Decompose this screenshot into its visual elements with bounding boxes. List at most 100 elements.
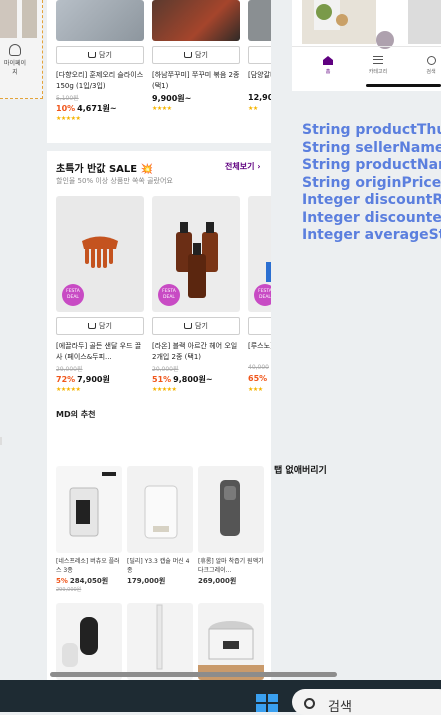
price: 9,800원~ [173,375,213,384]
product-card[interactable]: [딜리] Y3.3 캡슐 머신 4종 179,000원 [127,558,193,595]
discount-rate: 51% [152,375,172,384]
price-row: 10% 4,671원~ [56,103,144,114]
see-all-link[interactable]: 전체보기 › [225,161,261,172]
product-name: [라온] 블랙 아르간 헤어 오일 2개입 2종 (택1) [152,342,238,361]
product-name: [딜리] Y3.3 캡슐 머신 4종 [127,558,190,574]
nav-home[interactable]: 홈 [316,56,340,75]
product-card[interactable]: [라온] 블랙 아르간 헤어 오일 2개입 2종 (택1) 20,000원 51… [152,341,240,393]
mypage-nav-item[interactable]: 마이페이지 [3,44,27,76]
product-name: [하남쭈꾸미] 쭈꾸미 볶음 2종 (택1) [152,71,240,90]
main-app-panel: 담기 담기 [다향오리] 훈제오리 슬라이스 150g (1입/3입) 5,10… [47,0,271,680]
product-image[interactable]: FESTA DEAL [152,196,240,312]
product-image[interactable]: FESTA DEAL [56,196,144,312]
section-divider [47,143,271,151]
product-thumbnail [22,0,37,38]
product-card[interactable]: [에끌라두] 골든 샌달 우드 끌사 (페이스&두피... 29,000원 72… [56,341,144,393]
original-price: 29,000원 [56,366,83,373]
product-name: [에끌라두] 골든 샌달 우드 끌사 (페이스&두피... [56,342,142,361]
mobile-app-preview: 홈 카테고리 검색 [292,0,441,91]
left-strip-panel: 마이페이지 [0,0,43,99]
product-name: [다향오리] 훈제오리 슬라이스 150g (1입/3입) [56,71,144,90]
product-image[interactable] [302,0,376,44]
star-rating: ★★★ [248,386,263,393]
product-card[interactable]: [다향오리] 훈제오리 슬라이스 150g (1입/3입) 5,100원 10%… [56,70,144,122]
taskbar-search-box[interactable]: 검색 [292,689,441,715]
section-subtitle: 할인율 50% 이상 상품만 쏙쏙 골랐어요 [56,177,173,185]
price-row: 51% 9,800원~ [152,374,240,385]
product-card[interactable]: [네스프레소] 버츄오 플러스 3종 5% 284,050원 299,000원 [56,558,122,595]
horizontal-scrollbar[interactable] [50,672,337,677]
price: 269,000원 [198,577,237,585]
product-image[interactable] [152,0,240,41]
person-icon [9,44,21,56]
search-placeholder: 검색 [328,700,352,715]
product-image[interactable] [127,466,193,553]
product-card[interactable]: [담양갈비] 바싹불고기 12,90 ★★ [248,70,271,122]
product-image[interactable] [248,0,271,41]
product-name: [루스노] 세트(아 [248,342,271,350]
product-name: [휴롬] 알마 착즙기 원액기 다크그레이... [198,558,264,574]
product-image[interactable] [408,0,441,44]
price-row: 9,900원~ [152,93,240,104]
add-to-cart-button[interactable]: 담기 [56,46,144,64]
nav-category[interactable]: 카테고리 [366,56,390,75]
cart-icon [88,323,97,329]
home-indicator [366,84,441,87]
product-image[interactable] [127,603,193,680]
search-icon [304,698,315,709]
star-rating: ★★★★★ [56,115,81,122]
divider [292,46,441,47]
home-icon [323,56,333,65]
taskbar: 검색 [0,680,441,715]
explosion-icon: 💥 [140,164,154,175]
festa-deal-badge: FESTA DEAL [158,284,180,306]
product-card[interactable]: [하남쭈꾸미] 쭈꾸미 볶음 2종 (택1) 9,900원~ ★★★★ [152,70,240,122]
product-image[interactable] [56,0,144,41]
product-image[interactable] [198,603,264,680]
nav-search[interactable]: 검색 [419,56,441,75]
mypage-label: 마이페이지 [3,60,27,76]
add-to-cart-button[interactable]: 담기 [152,46,240,64]
product-image[interactable]: FESTA DEAL [248,196,271,312]
original-price: 20,000원 [152,366,179,373]
product-image[interactable] [56,603,122,680]
product-card[interactable]: [휴롬] 알마 착즙기 원액기 다크그레이... 269,000원 [198,558,264,595]
star-rating: ★★ [248,105,258,112]
cart-icon [184,52,193,58]
price-row: 72% 7,900원 [56,374,144,385]
product-name: [담양갈비] 바싹불고기 [248,71,271,79]
add-to-cart-button[interactable]: 담기 [152,317,240,335]
festa-deal-badge: FESTA DEAL [62,284,84,306]
price: 9,900원~ [152,94,192,103]
add-to-cart-button[interactable] [248,317,271,335]
discount-rate: 72% [56,375,76,384]
price-row: 65% [248,374,271,385]
price: 4,671원~ [77,104,117,113]
code-snippet: String productThum String sellerName Str… [302,122,441,243]
product-card[interactable]: [루스노] 세트(아 40,000 65% ★★★ [248,341,271,393]
product-image[interactable] [56,466,122,553]
star-rating: ★★★★ [152,105,172,112]
cart-icon [88,52,97,58]
section-title: 초특가 반값 SALE 💥 [56,164,154,175]
original-price: 5,100원 [56,95,79,102]
price: 7,900원 [77,375,110,384]
discount-rate: 65% [248,374,268,383]
chevron-right-icon: › [257,162,261,171]
star-rating: ★★★★★ [56,386,81,393]
annotation-note: 탭 없애버리기 [274,466,327,476]
search-icon [426,56,436,65]
divider [0,437,2,445]
product-image[interactable] [198,466,264,553]
product-name: [네스프레소] 버츄오 플러스 3종 [56,558,120,574]
discount-rate: 10% [56,104,76,113]
cart-icon [184,323,193,329]
windows-start-icon[interactable] [256,694,278,712]
star-rating: ★★★★★ [152,386,177,393]
add-to-cart-button[interactable]: 담기 [56,317,144,335]
menu-icon [373,56,383,64]
festa-deal-badge: FESTA DEAL [254,284,271,306]
price-row: 5% 284,050원 [56,577,109,585]
add-to-cart-button[interactable] [248,46,271,64]
price: 12,90 [248,93,271,102]
